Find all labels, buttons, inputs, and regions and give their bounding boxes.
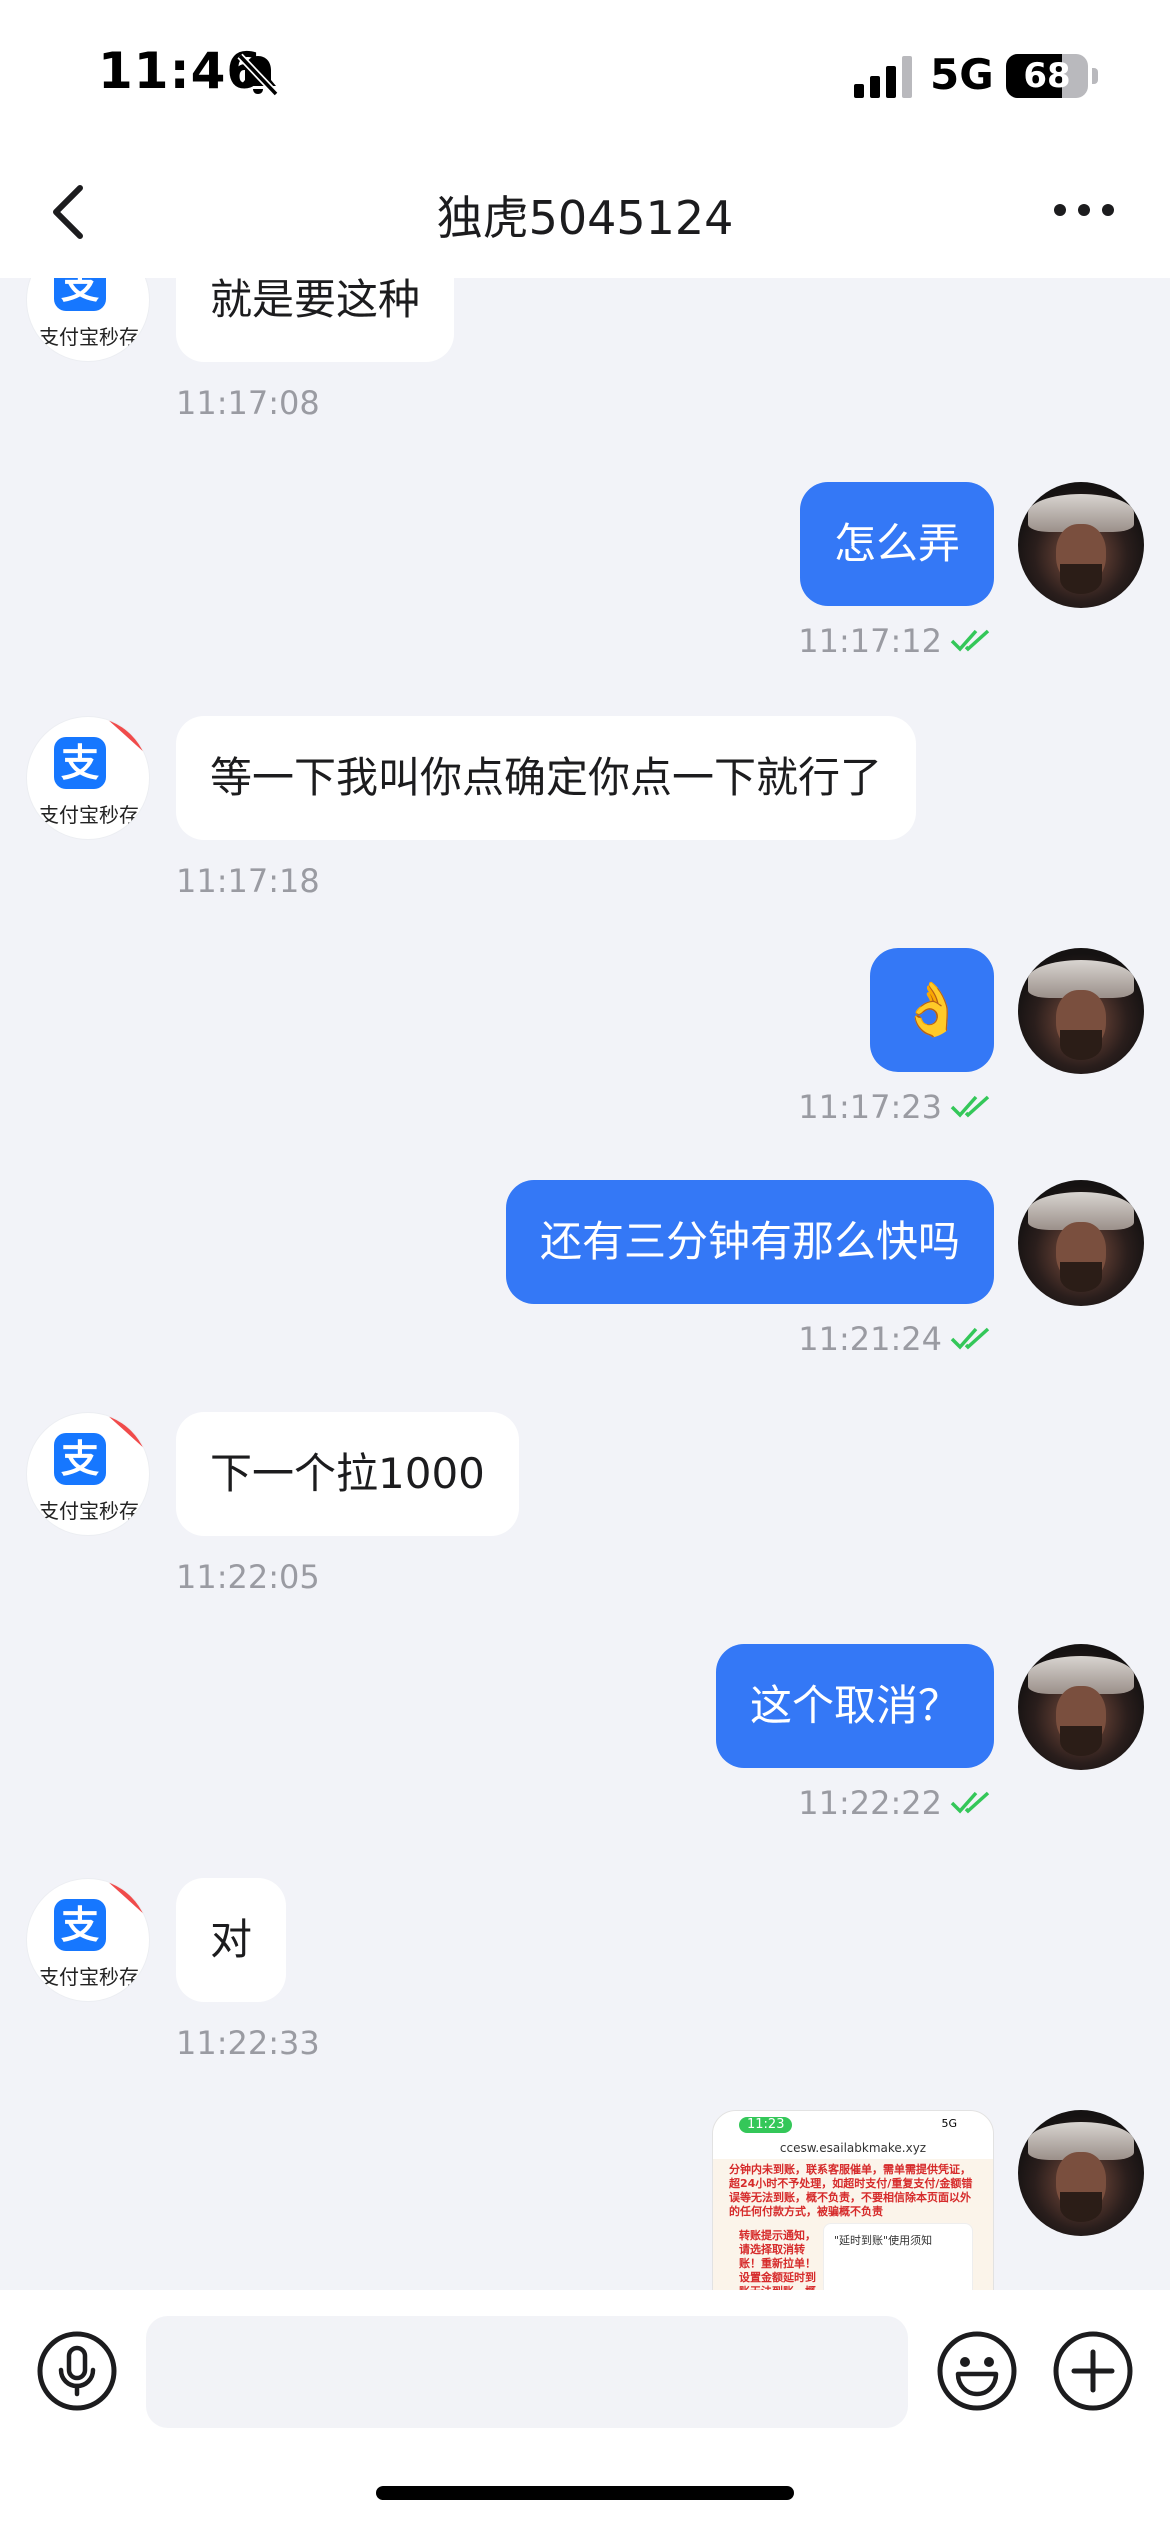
message-time-row: 11:22:22: [798, 1784, 994, 1822]
message-time: 11:17:08: [176, 384, 320, 422]
alipay-logo: 支: [54, 1899, 106, 1951]
ok-hand-emoji: 👌: [899, 980, 965, 1040]
avatar-beard: [1060, 1726, 1102, 1756]
user-avatar[interactable]: [1018, 482, 1144, 608]
user-avatar[interactable]: [1018, 948, 1144, 1074]
smiley-icon[interactable]: [936, 2330, 1018, 2412]
microphone-icon[interactable]: [36, 2330, 118, 2412]
contact-avatar[interactable]: 支 支付宝秒存: [26, 716, 150, 840]
message-time-row: 11:21:24: [798, 1320, 994, 1358]
message-input[interactable]: [146, 2316, 908, 2428]
chat-header: 独虎5045124: [0, 150, 1170, 278]
avatar-ribbon: [99, 278, 149, 288]
message-bubble-outgoing[interactable]: 这个取消？: [715, 1644, 994, 1768]
double-check-icon: [950, 629, 990, 652]
avatar-beard: [1060, 1030, 1102, 1060]
alipay-logo: 支: [54, 278, 106, 311]
more-dots-icon[interactable]: [1052, 198, 1116, 222]
image-side-warning: 转账提示通知，请选择取消转账！重新拉单！设置金额延时到账无法到账，概不负责！: [739, 2229, 816, 2290]
image-time: 11:23: [739, 2117, 793, 2133]
image-statusbar: 11:23 5G: [713, 2111, 993, 2137]
bell-muted-icon: [237, 53, 279, 97]
message-bubble-outgoing[interactable]: 怎么弄: [799, 482, 994, 606]
message-list[interactable]: 支 支付宝秒存 就是要这种 11:17:08 怎么弄 11:17:12 支 支付…: [0, 278, 1170, 2290]
image-message[interactable]: 11:23 5G ccesw.esailabkmake.xyz 分钟内未到账，联…: [712, 2110, 994, 2290]
message-time-row: 11:17:23: [798, 1088, 994, 1126]
user-avatar[interactable]: [1018, 2110, 1144, 2236]
message-time: 11:17:12: [798, 622, 942, 660]
image-panel-title: "延时到账"使用须知: [834, 2234, 933, 2247]
image-panel: "延时到账"使用须知: [823, 2223, 973, 2290]
message-bubble-outgoing[interactable]: 还有三分钟有那么快吗: [505, 1180, 994, 1304]
avatar-beard: [1060, 564, 1102, 594]
message-bubble-incoming[interactable]: 就是要这种: [176, 278, 455, 362]
image-url: ccesw.esailabkmake.xyz: [713, 2137, 993, 2159]
avatar-ribbon: [99, 1413, 149, 1462]
avatar-ribbon: [99, 1879, 149, 1928]
message-bubble-incoming[interactable]: 对: [176, 1878, 287, 2002]
avatar-ribbon: [99, 717, 149, 766]
avatar-caption: 支付宝秒存: [39, 1499, 139, 1523]
double-check-icon: [950, 1791, 990, 1814]
message-time: 11:22:05: [176, 1558, 320, 1596]
alipay-logo: 支: [54, 1433, 106, 1485]
message-time: 11:17:23: [798, 1088, 942, 1126]
signal-icon: [854, 56, 912, 98]
avatar-beard: [1060, 2192, 1102, 2222]
contact-avatar[interactable]: 支 支付宝秒存: [26, 1878, 150, 2002]
alipay-logo: 支: [54, 737, 106, 789]
image-network: 5G: [941, 2117, 957, 2130]
battery-level: 68: [1023, 56, 1071, 96]
image-warning-text: 分钟内未到账，联系客服催单，需单需提供凭证，超24小时不予处理，如超时支付/重复…: [729, 2163, 973, 2218]
home-indicator[interactable]: [376, 2486, 794, 2500]
battery-tip: [1092, 68, 1098, 84]
message-time: 11:21:24: [798, 1320, 942, 1358]
message-time: 11:22:22: [798, 1784, 942, 1822]
avatar-caption: 支付宝秒存: [39, 1965, 139, 1989]
avatar-beard: [1060, 1262, 1102, 1292]
double-check-icon: [950, 1095, 990, 1118]
network-label: 5G: [930, 50, 994, 99]
message-bubble-outgoing[interactable]: 👌: [870, 948, 994, 1072]
contact-avatar[interactable]: 支 支付宝秒存: [26, 1412, 150, 1536]
message-bubble-incoming[interactable]: 等一下我叫你点确定你点一下就行了: [176, 716, 917, 840]
message-bubble-incoming[interactable]: 下一个拉1000: [176, 1412, 519, 1536]
input-bar: [0, 2290, 1170, 2532]
plus-icon[interactable]: [1052, 2330, 1134, 2412]
message-time-row: 11:17:12: [798, 622, 994, 660]
avatar-caption: 支付宝秒存: [39, 803, 139, 827]
status-bar: 11:46 5G 68: [0, 0, 1170, 150]
contact-avatar[interactable]: 支 支付宝秒存: [26, 278, 150, 362]
battery-icon: 68: [1006, 54, 1088, 98]
user-avatar[interactable]: [1018, 1644, 1144, 1770]
user-avatar[interactable]: [1018, 1180, 1144, 1306]
message-time: 11:22:33: [176, 2024, 320, 2062]
chat-title: 独虎5045124: [436, 191, 734, 245]
message-time: 11:17:18: [176, 862, 320, 900]
avatar-caption: 支付宝秒存: [39, 325, 139, 349]
double-check-icon: [950, 1327, 990, 1350]
